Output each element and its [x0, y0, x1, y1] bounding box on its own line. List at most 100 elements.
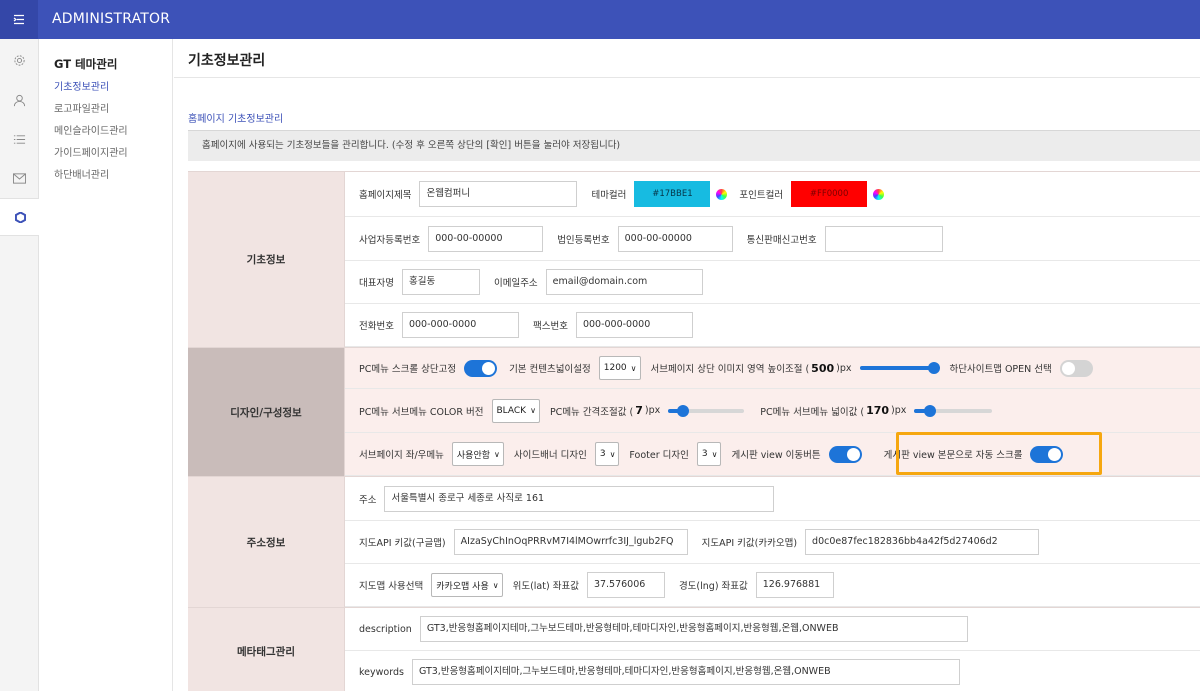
- menu-gap-label: PC메뉴 간격조절값 (: [549, 406, 634, 418]
- map-select-label: 지도맵 사용선택: [359, 581, 424, 592]
- brand-title: ADMINISTRATOR: [52, 11, 171, 27]
- subnav-item-main-slide[interactable]: 메인슬라이드관리: [54, 125, 128, 147]
- row-map-keys: 지도API 키값(구글맵) AIzaSyChInOqPRRvM7I4lMOwrr…: [345, 521, 1200, 564]
- subnav-item-logo-files[interactable]: 로고파일관리: [54, 103, 128, 125]
- kw-input[interactable]: GT3,반응형홈페이지테마,그누보드테마,반응형테마,테마디자인,반응형홈페이지…: [411, 659, 960, 685]
- gear-icon[interactable]: [0, 41, 39, 79]
- ceo-label: 대표자명: [359, 278, 394, 289]
- chevron-down-icon: ∨: [492, 580, 499, 590]
- fax-input[interactable]: 000-000-0000: [575, 312, 693, 338]
- row-phone-fax: 전화번호 000-000-0000 팩스번호 000-000-0000: [345, 304, 1200, 347]
- row-site-title: 홈페이지제목 온웹컴퍼니 테마컬러 #17BBE1 포인트컬러 #FF0000: [345, 172, 1200, 217]
- desc-input[interactable]: GT3,반응형홈페이지테마,그누보드테마,반응형테마,테마디자인,반응형홈페이지…: [419, 616, 968, 642]
- kw-label: keywords: [359, 666, 404, 678]
- meta-label: 메타태그관리: [188, 608, 345, 691]
- phone-label: 전화번호: [359, 321, 394, 332]
- footer-design-select[interactable]: 3 ∨: [696, 442, 722, 466]
- design-label: 디자인/구성정보: [188, 348, 345, 476]
- menu-gap-slider[interactable]: [668, 404, 745, 417]
- sub-img-height-value: 500: [811, 361, 835, 375]
- chevron-down-icon: ∨: [494, 449, 500, 459]
- lat-input[interactable]: 37.576006: [586, 572, 665, 598]
- settings-form: 기초정보 홈페이지제목 온웹컴퍼니 테마컬러 #17BBE1 포인트컬러 #FF…: [188, 171, 1200, 691]
- google-key-label: 지도API 키값(구글맵): [359, 538, 446, 549]
- ceo-input[interactable]: 홍길동: [401, 269, 480, 295]
- fax-label: 팩스번호: [532, 321, 568, 332]
- row-description: description GT3,반응형홈페이지테마,그누보드테마,반응형테마,테…: [345, 608, 1200, 651]
- pc-menu-fixed-toggle[interactable]: [464, 359, 498, 377]
- chevron-down-icon: ∨: [530, 406, 536, 415]
- board-view-btn-toggle[interactable]: [828, 445, 862, 463]
- google-key-input[interactable]: AIzaSyChInOqPRRvM7I4lMOwrrfc3IJ_lgub2FQ: [453, 529, 688, 555]
- submenu-width-slider[interactable]: [914, 404, 993, 417]
- addr-input[interactable]: 서울특별시 종로구 세종로 사직로 161: [384, 485, 775, 512]
- email-label: 이메일주소: [493, 278, 538, 289]
- board-view-btn-label: 게시판 view 이동버튼: [731, 450, 821, 461]
- menu-gap-value: 7: [635, 404, 643, 417]
- sub-img-height-unit: )px: [836, 362, 852, 374]
- map-select[interactable]: 카카오맵 사용 ∨: [431, 573, 503, 597]
- sub-img-height-label: 서브페이지 상단 이미지 영역 높이조절 (: [650, 364, 810, 375]
- menu-gap-unit: )px: [644, 405, 661, 416]
- lng-input[interactable]: 126.976881: [755, 572, 834, 598]
- submenu-width-label: PC메뉴 서브메뉴 넓이값 (: [760, 406, 865, 418]
- sub-lr-menu-select[interactable]: 사용안함 ∨: [451, 442, 504, 466]
- content-width-select[interactable]: 1200 ∨: [598, 356, 641, 380]
- side-banner-select[interactable]: 3 ∨: [594, 442, 620, 466]
- user-icon[interactable]: [0, 81, 39, 119]
- color-picker-icon[interactable]: [716, 188, 728, 200]
- subnav-title: GT 테마관리: [54, 57, 118, 71]
- theme-icon[interactable]: [0, 198, 40, 236]
- list-icon[interactable]: [0, 120, 39, 158]
- icon-sidebar: [0, 39, 40, 691]
- submenu-color-select[interactable]: BLACK ∨: [491, 398, 540, 423]
- site-title-input[interactable]: 온웹컴퍼니: [419, 181, 578, 207]
- theme-color-input[interactable]: #17BBE1: [634, 181, 711, 207]
- row-address: 주소 서울특별시 종로구 세종로 사직로 161: [345, 477, 1200, 521]
- highlight-box: [896, 432, 1102, 475]
- meta-group: 메타태그관리 description GT3,반응형홈페이지테마,그누보드테마,…: [188, 607, 1200, 691]
- row-keywords: keywords GT3,반응형홈페이지테마,그누보드테마,반응형테마,테마디자…: [345, 651, 1200, 691]
- subnav-item-basic-info[interactable]: 기초정보관리: [54, 81, 128, 103]
- theme-color-label: 테마컬러: [591, 190, 627, 201]
- page-title: 기초정보관리: [188, 53, 266, 69]
- chevron-down-icon: ∨: [630, 363, 637, 373]
- row-business-numbers: 사업자등록번호 000-00-00000 법인등록번호 000-00-00000…: [345, 217, 1200, 261]
- sub-navigation: GT 테마관리 기초정보관리 로고파일관리 메인슬라이드관리 가이드페이지관리 …: [39, 39, 173, 691]
- point-color-input[interactable]: #FF0000: [791, 181, 868, 207]
- kakao-key-label: 지도API 키값(카카오맵): [701, 538, 798, 549]
- email-input[interactable]: email@domain.com: [545, 269, 703, 295]
- corp-no-input[interactable]: 000-00-00000: [617, 225, 733, 252]
- basic-info-label: 기초정보: [188, 172, 345, 347]
- point-color-label: 포인트컬러: [739, 190, 784, 201]
- addr-label: 주소: [359, 494, 377, 506]
- mail-order-label: 통신판매신고번호: [746, 234, 817, 246]
- content-width-label: 기본 컨텐츠넓이설정: [509, 364, 591, 375]
- kakao-key-input[interactable]: d0c0e87fec182836bb4a42f5d27406d2: [805, 529, 1040, 555]
- phone-input[interactable]: 000-000-0000: [401, 312, 519, 338]
- chevron-down-icon: ∨: [711, 449, 718, 459]
- biz-no-label: 사업자등록번호: [359, 234, 421, 246]
- biz-no-input[interactable]: 000-00-00000: [428, 225, 544, 252]
- pc-menu-fixed-label: PC메뉴 스크롤 상단고정: [359, 364, 457, 375]
- subnav-item-bottom-banner[interactable]: 하단배너관리: [54, 169, 128, 191]
- color-picker-icon[interactable]: [873, 188, 885, 200]
- address-group: 주소정보 주소 서울특별시 종로구 세종로 사직로 161 지도API 키값(구…: [188, 476, 1200, 607]
- mail-icon[interactable]: [0, 159, 39, 197]
- menu-icon[interactable]: [0, 0, 38, 39]
- title-divider: [174, 77, 1200, 78]
- row-design-1: PC메뉴 스크롤 상단고정 기본 컨텐츠넓이설정 1200 ∨ 서브페이지 상단 …: [345, 348, 1200, 389]
- row-design-2: PC메뉴 서브메뉴 COLOR 버전 BLACK ∨ PC메뉴 간격조절값 ( 7…: [345, 389, 1200, 433]
- lng-label: 경도(lng) 좌표값: [678, 581, 748, 592]
- lat-label: 위도(lat) 좌표값: [512, 581, 579, 592]
- mail-order-input[interactable]: [824, 225, 943, 252]
- sub-img-height-slider[interactable]: [859, 362, 940, 374]
- corp-no-label: 법인등록번호: [557, 234, 610, 246]
- address-label: 주소정보: [188, 477, 345, 607]
- footer-sitemap-toggle[interactable]: [1059, 359, 1093, 377]
- submenu-color-label: PC메뉴 서브메뉴 COLOR 버전: [359, 406, 484, 418]
- chevron-down-icon: ∨: [609, 449, 616, 459]
- top-bar: ADMINISTRATOR: [0, 0, 1200, 39]
- subnav-item-guide-page[interactable]: 가이드페이지관리: [54, 147, 128, 169]
- notice-bar: 홈페이지에 사용되는 기초정보들을 관리합니다. (수정 후 오른쪽 상단의 […: [188, 130, 1200, 161]
